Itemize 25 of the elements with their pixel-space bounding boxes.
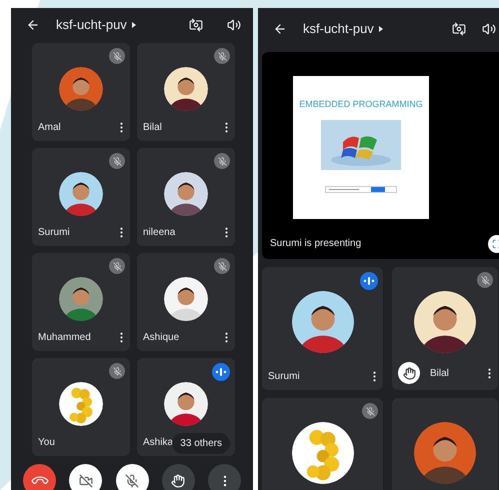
participant-tile[interactable]: Ashika 33 others [137,358,235,456]
slide-title: EMBEDDED PROGRAMMING [299,98,423,111]
participant-tile[interactable]: Bilal [392,267,498,390]
participant-tile[interactable]: Ashique [137,253,235,351]
participant-name: Ashique [143,331,180,345]
participant-tile[interactable]: Muhammed [32,253,130,351]
participant-name: Muhammed [38,331,91,345]
participant-name: nileena [143,226,176,240]
participant-name: You [38,436,55,450]
meeting-title[interactable]: ksf-ucht-puv [56,15,127,35]
participant-name: Bilal [143,121,162,135]
participant-name: Surumi [268,370,300,384]
participant-name: Ashika [143,436,174,450]
participant-tile[interactable]: You [32,358,130,456]
participant-name: Amal [38,121,61,135]
participant-tile[interactable]: Surumi [32,148,130,246]
meeting-title[interactable]: ksf-ucht-puv [303,19,374,39]
participant-tile[interactable]: nileena [137,148,235,246]
presenting-caption: Surumi is presenting [270,237,362,251]
others-badge[interactable]: 33 others [172,433,230,454]
participant-tile[interactable]: Bilal [137,43,235,141]
participant-tile[interactable]: Amal [32,43,130,141]
participant-name: Bilal [430,366,449,380]
participant-tile[interactable]: Surumi [262,267,383,390]
participant-name: Surumi [38,226,70,240]
